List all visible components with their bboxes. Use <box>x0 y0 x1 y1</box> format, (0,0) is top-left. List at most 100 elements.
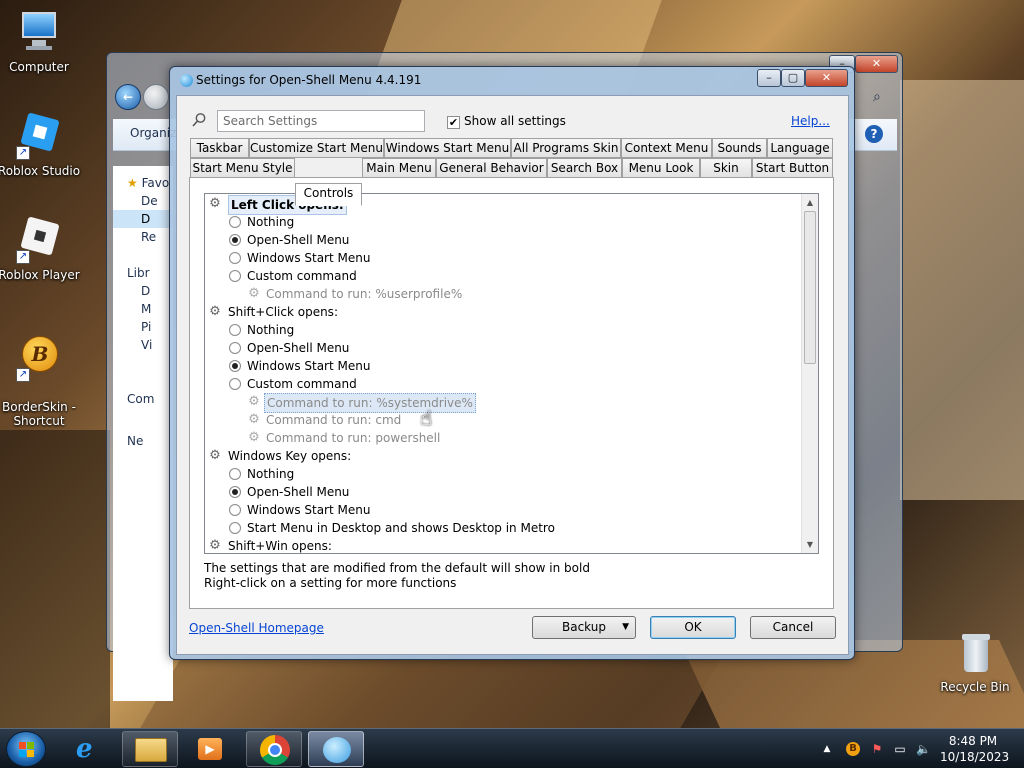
tree-option-label: Custom command <box>247 269 357 283</box>
radio-unchecked[interactable] <box>229 324 241 336</box>
nav-libraries[interactable]: Libr <box>127 266 150 280</box>
tree-scrollbar[interactable]: ▲ ▼ <box>801 194 818 553</box>
radio-unchecked[interactable] <box>229 252 241 264</box>
nav-item[interactable]: De <box>141 194 158 208</box>
settings-tree[interactable]: ⚙ Left Click opens: Nothing Open-Shell Menu… <box>204 193 819 554</box>
tree-option-label: Windows Start Menu <box>247 251 371 265</box>
nav-computer[interactable]: Com <box>127 392 154 406</box>
cancel-button[interactable]: Cancel <box>750 616 836 639</box>
tree-radio-option[interactable]: Nothing <box>205 465 801 483</box>
tree-radio-option[interactable]: Windows Start Menu <box>205 249 801 267</box>
volume-muted-icon[interactable]: 🔈 <box>916 742 931 756</box>
tree-command-setting[interactable]: ⚙ Command to run: %systemdrive% <box>205 393 801 413</box>
tree-radio-option[interactable]: Open-Shell Menu <box>205 483 801 501</box>
desktop-icon-roblox-player[interactable]: ↗ Roblox Player <box>0 216 81 282</box>
scroll-down-arrow-icon[interactable]: ▼ <box>802 536 818 553</box>
tree-command-setting[interactable]: ⚙ Command to run: powershell <box>205 429 801 447</box>
tree-group[interactable]: ⚙ Shift+Click opens: <box>205 303 801 321</box>
help-link[interactable]: Help... <box>791 114 830 128</box>
tab-search-box[interactable]: Search Box <box>547 158 622 178</box>
maximize-button[interactable]: ▢ <box>781 69 805 87</box>
tree-radio-option[interactable]: Windows Start Menu <box>205 357 801 375</box>
tree-radio-option[interactable]: Custom command <box>205 375 801 393</box>
tree-radio-option[interactable]: Start Menu in Desktop and shows Desktop … <box>205 519 801 537</box>
nav-item[interactable]: Pi <box>141 320 151 334</box>
borderskin-tray-icon[interactable]: B <box>846 742 860 756</box>
nav-item[interactable]: M <box>141 302 151 316</box>
chrome-icon[interactable] <box>246 731 302 767</box>
tree-radio-option[interactable]: Open-Shell Menu <box>205 339 801 357</box>
radio-unchecked[interactable] <box>229 522 241 534</box>
file-explorer-icon[interactable] <box>122 731 178 767</box>
radio-checked[interactable] <box>229 486 241 498</box>
help-icon[interactable]: ? <box>865 125 883 143</box>
nav-favorites[interactable]: ★ Favo <box>127 176 169 190</box>
close-button[interactable]: ✕ <box>805 69 848 87</box>
radio-checked[interactable] <box>229 360 241 372</box>
tab-start-menu-style[interactable]: Start Menu Style <box>190 158 295 178</box>
desktop-icon-borderskin[interactable]: B ↗ BorderSkin - Shortcut <box>0 322 81 428</box>
show-all-settings-checkbox[interactable]: ✔ <box>447 116 460 129</box>
tree-group[interactable]: ⚙ Windows Key opens: <box>205 447 801 465</box>
show-hidden-icons-arrow-icon[interactable]: ▲ <box>820 742 834 756</box>
open-shell-settings-taskbar-button[interactable] <box>308 731 364 767</box>
internet-explorer-icon[interactable]: e <box>62 731 118 767</box>
tab-language[interactable]: Language <box>767 138 833 158</box>
radio-unchecked[interactable] <box>229 216 241 228</box>
tab-menu-look[interactable]: Menu Look <box>622 158 700 178</box>
tab-general-behavior[interactable]: General Behavior <box>436 158 547 178</box>
radio-unchecked[interactable] <box>229 342 241 354</box>
tree-command-setting[interactable]: ⚙ Command to run: %userprofile% <box>205 285 801 303</box>
nav-item[interactable]: Vi <box>141 338 152 352</box>
settings-dialog[interactable]: Settings for Open-Shell Menu 4.4.191 – ▢… <box>169 66 855 660</box>
tree-radio-option[interactable]: Open-Shell Menu <box>205 231 801 249</box>
clock-time[interactable]: 8:48 PM <box>940 734 1006 748</box>
tab-skin[interactable]: Skin <box>700 158 752 178</box>
radio-checked[interactable] <box>229 234 241 246</box>
media-player-icon[interactable]: ▶ <box>182 731 238 767</box>
tab-customize-start-menu[interactable]: Customize Start Menu <box>249 138 384 158</box>
clock-date[interactable]: 10/18/2023 <box>940 750 1009 764</box>
action-center-icon[interactable]: ⚑ <box>870 742 884 756</box>
nav-network[interactable]: Ne <box>127 434 143 448</box>
tab-taskbar[interactable]: Taskbar <box>190 138 249 158</box>
open-shell-homepage-link[interactable]: Open-Shell Homepage <box>189 621 324 635</box>
tree-radio-option[interactable]: Nothing <box>205 213 801 231</box>
ok-button[interactable]: OK <box>650 616 736 639</box>
nav-item[interactable]: Re <box>141 230 156 244</box>
tree-radio-option[interactable]: Nothing <box>205 321 801 339</box>
tree-command-setting[interactable]: ⚙ Command to run: cmd <box>205 411 801 429</box>
start-button[interactable] <box>6 731 46 767</box>
tab-context-menu[interactable]: Context Menu <box>621 138 712 158</box>
radio-unchecked[interactable] <box>229 378 241 390</box>
backup-button[interactable]: Backup ▼ <box>532 616 636 639</box>
tree-group[interactable]: ⚙ Shift+Win opens: <box>205 537 801 554</box>
tab-main-menu[interactable]: Main Menu <box>362 158 436 178</box>
radio-unchecked[interactable] <box>229 504 241 516</box>
desktop-icon-computer[interactable]: Computer <box>0 10 81 74</box>
network-icon[interactable]: ▭ <box>893 742 907 756</box>
desktop-icon-roblox-studio[interactable]: ↗ Roblox Studio <box>0 112 81 178</box>
minimize-button[interactable]: – <box>757 69 781 87</box>
tab-start-button[interactable]: Start Button <box>752 158 833 178</box>
tab-controls[interactable]: Controls <box>295 183 362 206</box>
search-settings-input[interactable]: Search Settings <box>217 110 425 132</box>
tab-windows-start-menu[interactable]: Windows Start Menu <box>384 138 511 158</box>
explorer-close-button[interactable]: ✕ <box>855 55 898 73</box>
tab-sounds[interactable]: Sounds <box>712 138 767 158</box>
radio-unchecked[interactable] <box>229 270 241 282</box>
nav-item[interactable]: D <box>141 284 150 298</box>
show-all-settings-label[interactable]: Show all settings <box>464 114 566 128</box>
tab-all-programs-skin[interactable]: All Programs Skin <box>511 138 621 158</box>
nav-item-selected[interactable]: D <box>113 210 173 228</box>
scroll-thumb[interactable] <box>804 211 816 364</box>
back-arrow-icon[interactable]: ← <box>115 84 141 110</box>
desktop-icon-recycle-bin[interactable]: Recycle Bin <box>933 630 1017 694</box>
tree-radio-option[interactable]: Windows Start Menu <box>205 501 801 519</box>
radio-unchecked[interactable] <box>229 468 241 480</box>
gear-icon: ⚙ <box>209 538 221 553</box>
forward-arrow-icon[interactable] <box>143 84 169 110</box>
search-icon[interactable]: ⌕ <box>873 89 897 109</box>
tree-radio-option[interactable]: Custom command <box>205 267 801 285</box>
scroll-up-arrow-icon[interactable]: ▲ <box>802 194 818 211</box>
